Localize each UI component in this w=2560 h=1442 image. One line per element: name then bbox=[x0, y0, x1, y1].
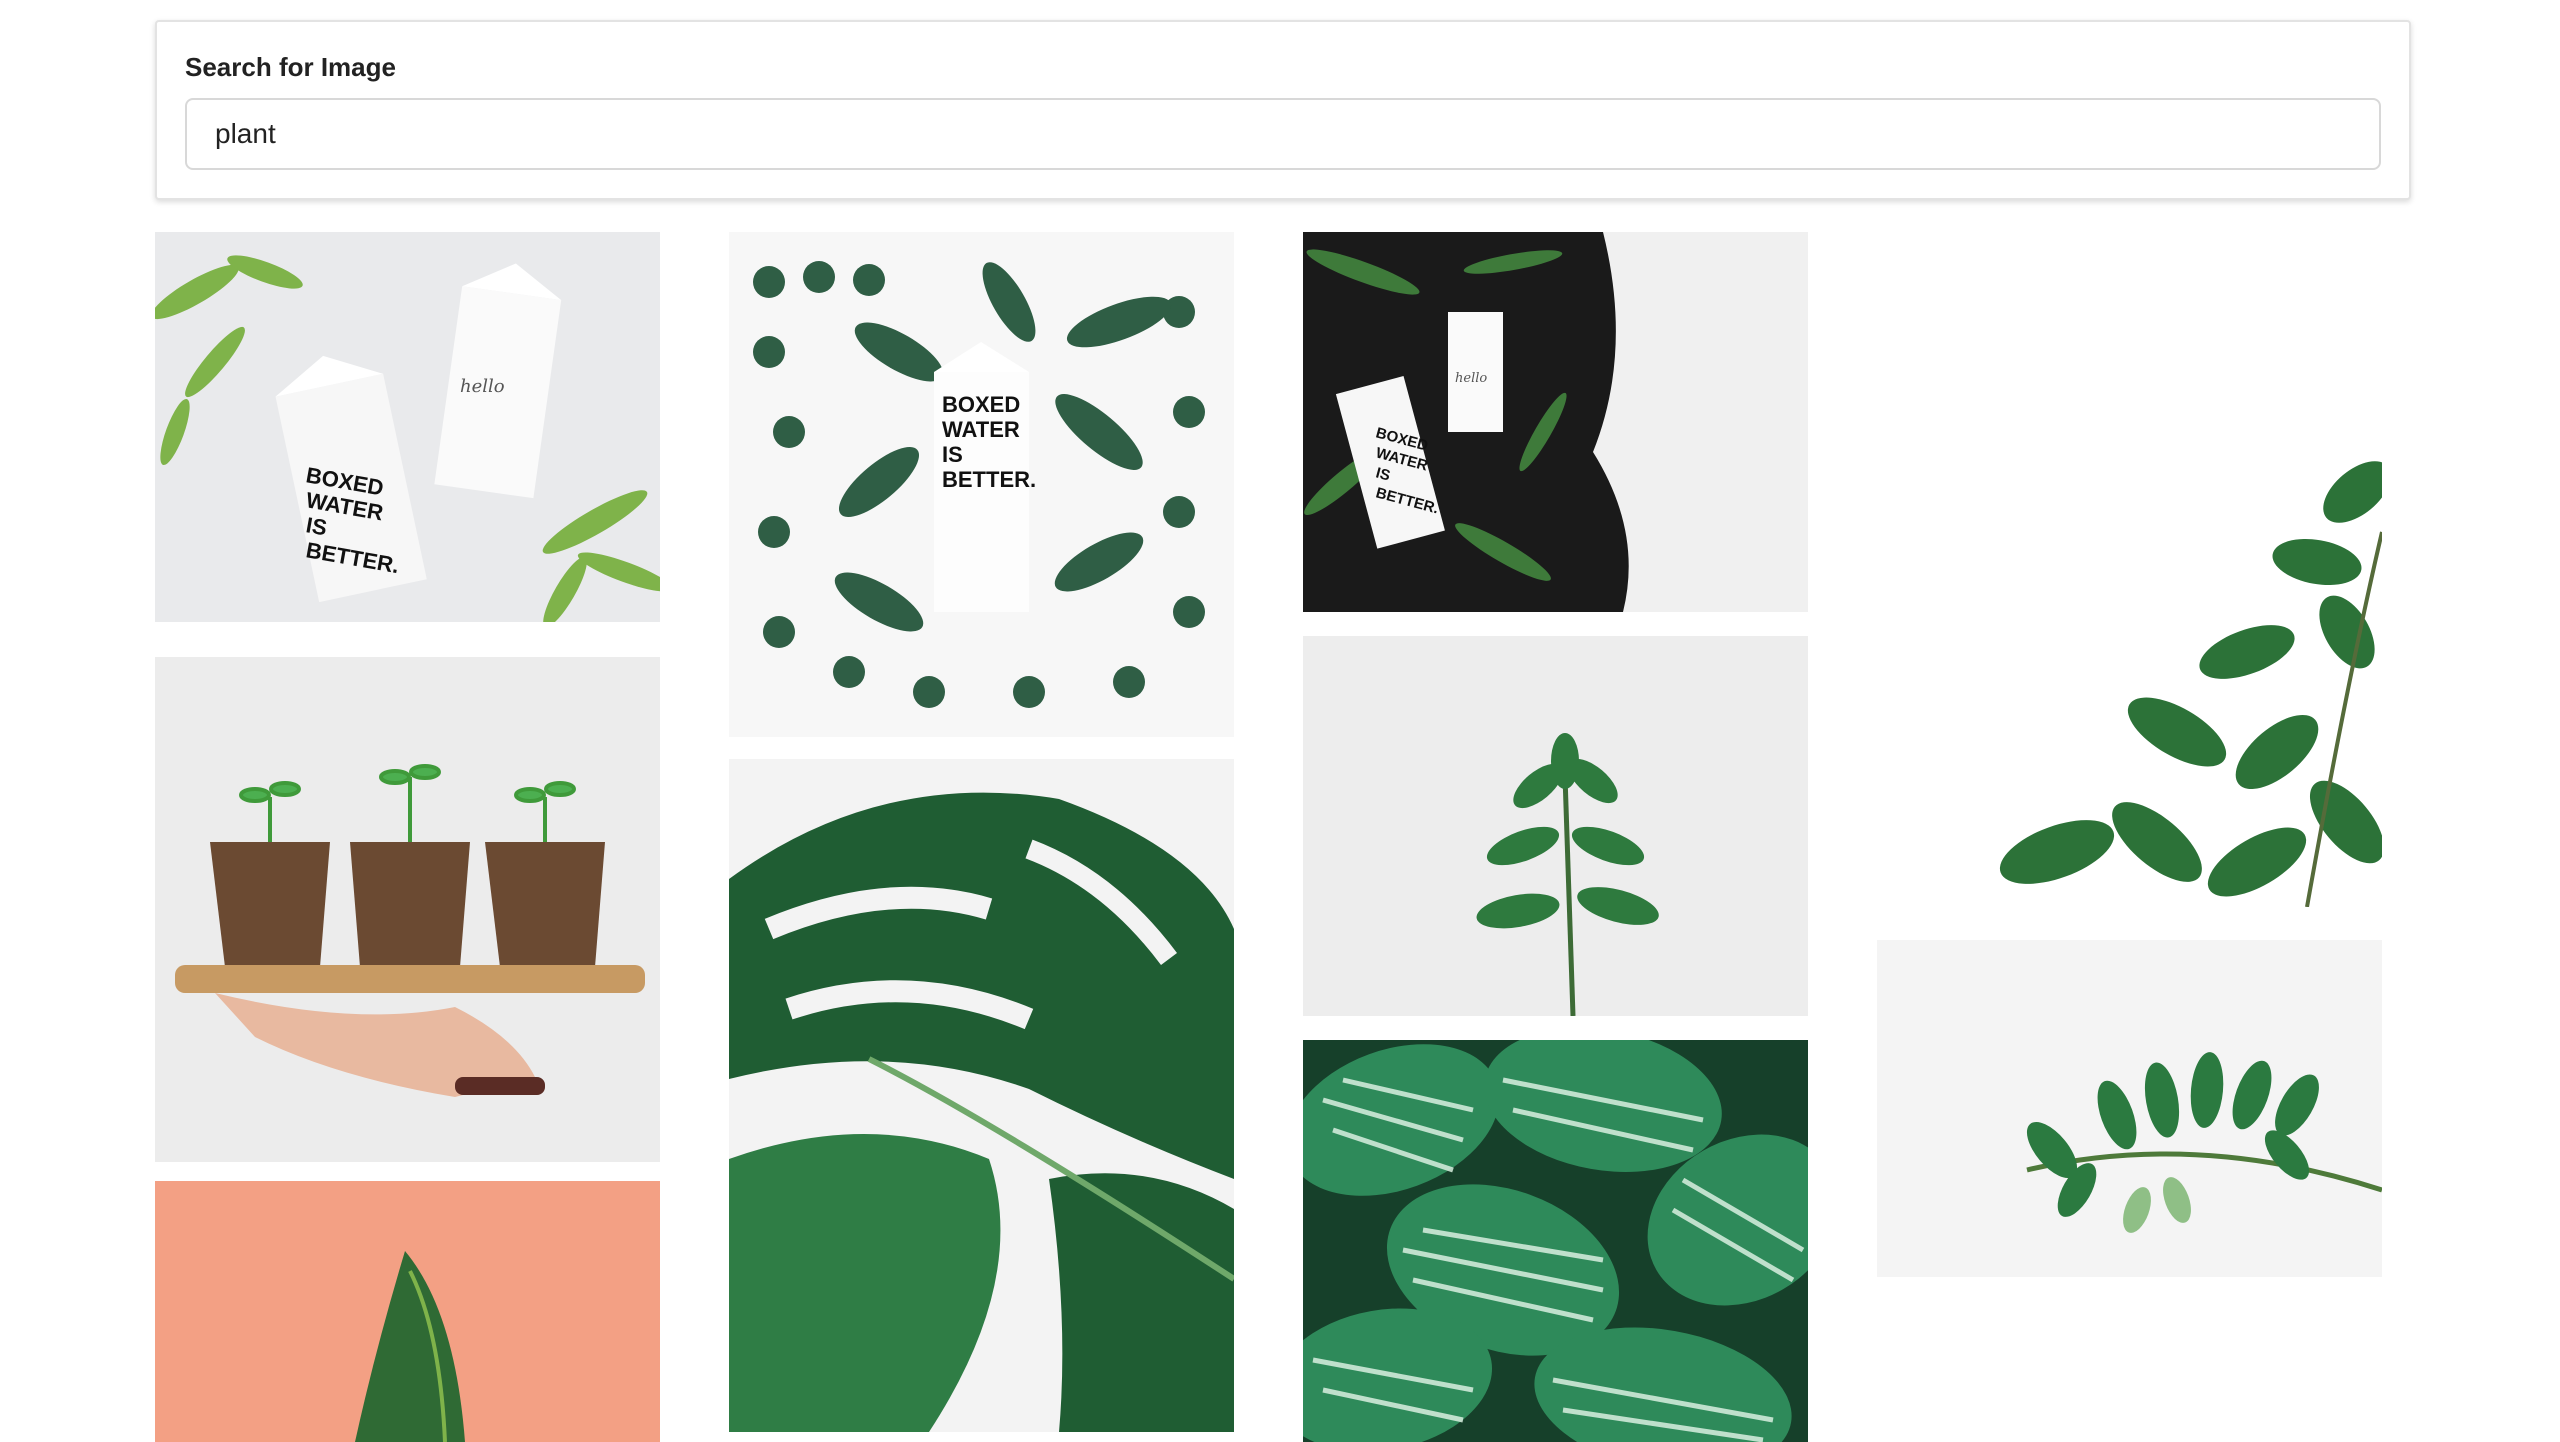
boxed-water-soil-image: BOXED WATER IS BETTER. hello bbox=[1303, 232, 1808, 612]
small-plant-image bbox=[1303, 636, 1808, 1016]
result-image-calathea[interactable] bbox=[1303, 1040, 1808, 1442]
result-image-succulent-coral[interactable] bbox=[155, 1181, 660, 1442]
result-image-monstera[interactable] bbox=[729, 759, 1234, 1432]
svg-text:hello: hello bbox=[460, 376, 505, 397]
svg-text:hello: hello bbox=[1455, 371, 1487, 386]
search-panel: Search for Image bbox=[155, 20, 2411, 200]
result-image-ficus-white[interactable] bbox=[1877, 232, 2382, 907]
zz-plant-image bbox=[1877, 940, 2382, 1277]
ficus-white-image bbox=[1877, 232, 2382, 907]
monstera-image bbox=[729, 759, 1234, 1432]
boxed-water-greenery-image: BOXED WATER IS BETTER. hello bbox=[155, 232, 660, 622]
boxed-water-leaves-image: BOXED WATER IS BETTER. bbox=[729, 232, 1234, 737]
result-image-seedlings[interactable] bbox=[155, 657, 660, 1162]
result-image-ficus-small[interactable] bbox=[1303, 636, 1808, 1016]
svg-text:IS: IS bbox=[942, 442, 963, 467]
result-image-boxed-water-leaves[interactable]: BOXED WATER IS BETTER. bbox=[729, 232, 1234, 737]
search-input[interactable] bbox=[185, 98, 2381, 170]
calathea-image bbox=[1303, 1040, 1808, 1442]
succulent-coral-image bbox=[155, 1181, 660, 1442]
svg-text:BOXED: BOXED bbox=[942, 392, 1020, 417]
svg-text:WATER: WATER bbox=[942, 417, 1020, 442]
svg-text:BETTER.: BETTER. bbox=[942, 467, 1036, 492]
result-image-boxed-water-soil[interactable]: BOXED WATER IS BETTER. hello bbox=[1303, 232, 1808, 612]
result-image-boxed-water-greenery[interactable]: BOXED WATER IS BETTER. hello bbox=[155, 232, 660, 622]
seedlings-image bbox=[155, 657, 660, 1162]
result-image-zz-plant[interactable] bbox=[1877, 940, 2382, 1277]
search-label: Search for Image bbox=[185, 52, 396, 82]
